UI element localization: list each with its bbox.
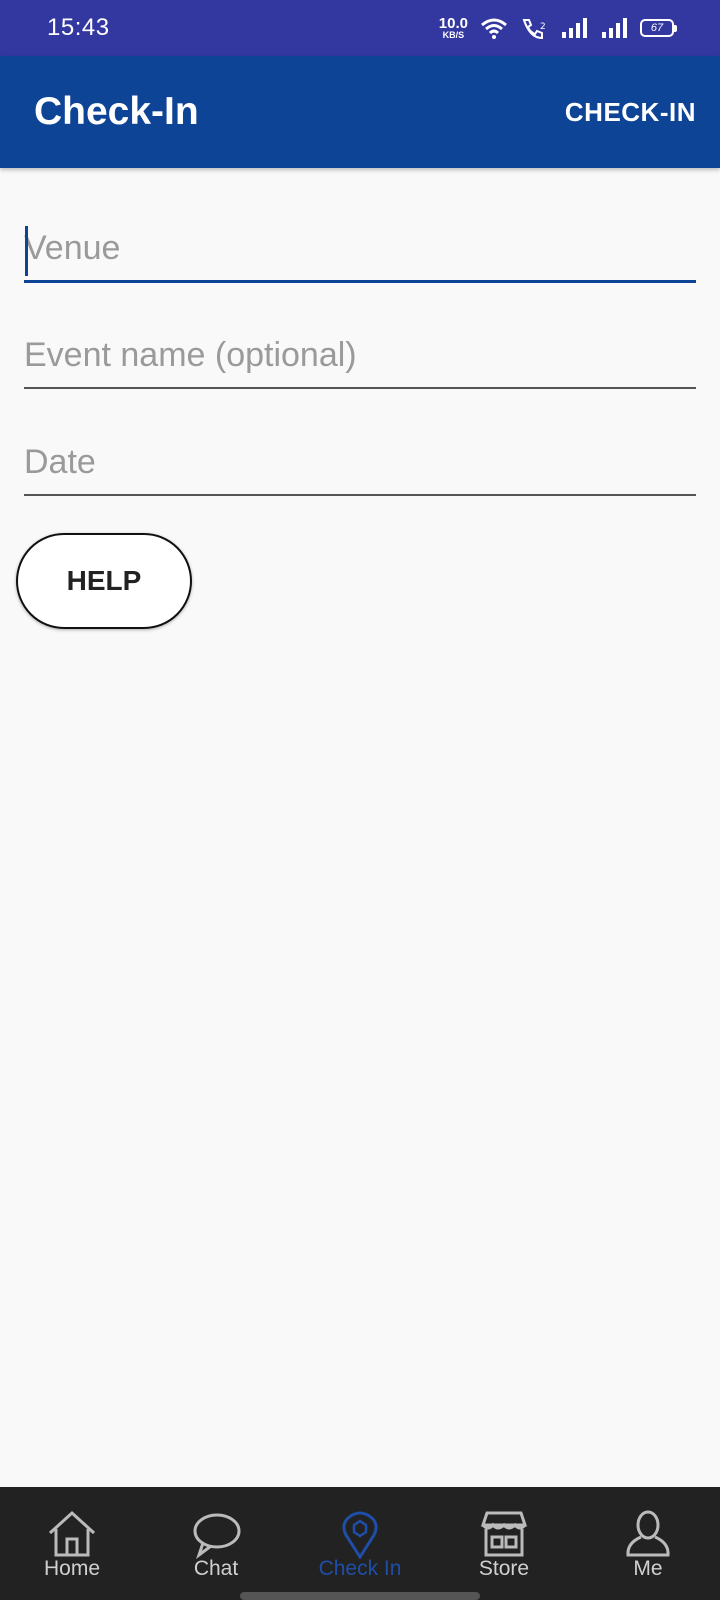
event-name-underline	[24, 387, 696, 389]
nav-label-me: Me	[633, 1557, 663, 1580]
nav-item-home[interactable]: Home	[0, 1487, 144, 1600]
store-icon	[480, 1511, 528, 1557]
date-underline	[24, 494, 696, 496]
nav-item-me[interactable]: Me	[576, 1487, 720, 1600]
venue-input[interactable]	[24, 220, 696, 280]
nav-label-check-in: Check In	[318, 1557, 402, 1580]
status-time: 15:43	[47, 14, 110, 41]
network-speed-value: 10.0	[438, 15, 468, 32]
text-cursor	[25, 226, 28, 276]
venue-underline	[24, 280, 696, 283]
help-button[interactable]: HELP	[16, 533, 192, 629]
home-icon	[48, 1510, 96, 1557]
event-name-field-container	[24, 327, 696, 389]
location-pin-icon	[342, 1511, 378, 1559]
network-speed: 10.0 KB/S	[439, 16, 468, 40]
volte-call-icon: 2	[522, 19, 546, 39]
signal-icon	[602, 18, 627, 38]
status-bar: 15:43 10.0 KB/S 2 67	[0, 0, 720, 56]
status-icons: 10.0 KB/S 2 67	[439, 16, 677, 40]
nav-item-store[interactable]: Store	[432, 1487, 576, 1600]
person-icon	[626, 1510, 670, 1557]
network-speed-unit: KB/S	[442, 30, 465, 40]
svg-text:2: 2	[540, 22, 546, 32]
signal-icon	[562, 18, 587, 38]
nav-label-store: Store	[478, 1557, 530, 1580]
nav-label-home: Home	[43, 1557, 101, 1580]
wifi-icon	[481, 18, 507, 39]
check-in-button[interactable]: CHECK-IN	[565, 97, 696, 128]
app-bar: Check-In CHECK-IN	[0, 56, 720, 168]
nav-label-chat: Chat	[193, 1557, 239, 1580]
chat-bubble-icon	[193, 1513, 241, 1559]
date-input[interactable]	[24, 434, 696, 494]
date-field-container	[24, 434, 696, 496]
event-name-input[interactable]	[24, 327, 696, 387]
battery-icon: 67	[640, 19, 677, 37]
nav-item-chat[interactable]: Chat	[144, 1487, 288, 1600]
battery-level: 67	[650, 22, 664, 34]
venue-field-container	[24, 220, 696, 283]
bottom-nav: Home Chat Check In Store Me	[0, 1487, 720, 1600]
page-title: Check-In	[34, 90, 199, 133]
nav-item-check-in[interactable]: Check In	[288, 1487, 432, 1600]
home-indicator[interactable]	[240, 1592, 480, 1600]
